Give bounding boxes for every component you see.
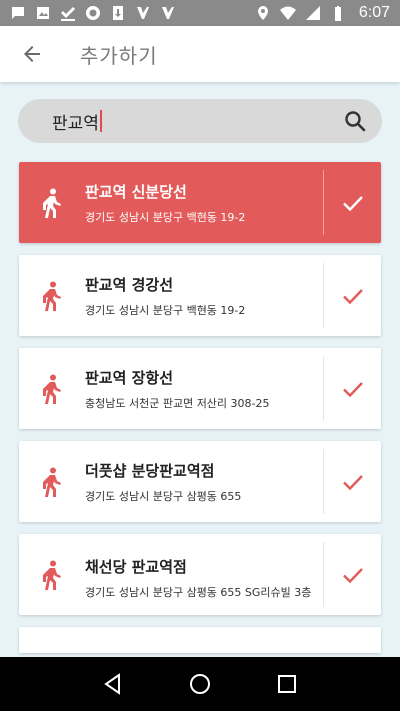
app-bar: 추가하기 — [0, 26, 400, 82]
search-input-value: 판교역 — [52, 113, 99, 134]
select-button[interactable] — [324, 162, 381, 243]
list-item[interactable]: 더풋샵 분당판교역점 경기도 성남시 분당구 삼평동 655 — [19, 441, 381, 522]
status-time: 6:07 — [358, 4, 390, 21]
result-info: 판교역 경강선 경기도 성남시 분당구 백현동 19-2 — [85, 255, 323, 336]
download-icon — [110, 5, 126, 21]
select-button[interactable] — [324, 534, 381, 615]
search-button[interactable] — [342, 108, 368, 134]
list-item[interactable]: 채선당 판교역점 경기도 성남시 분당구 삼평동 655 SG리슈빌 3층 — [19, 534, 381, 615]
search-icon — [345, 111, 366, 132]
result-name: 판교역 신분당선 — [85, 182, 187, 201]
list-item[interactable]: 판교역 경강선 경기도 성남시 분당구 백현동 19-2 — [19, 255, 381, 336]
result-address: 경기도 성남시 분당구 백현동 19-2 — [85, 303, 246, 317]
search-bar: 판교역 — [18, 99, 382, 143]
result-list: 판교역 신분당선 경기도 성남시 분당구 백현동 19-2 판교역 경강선 경기… — [19, 162, 381, 665]
result-address: 경기도 성남시 분당구 삼평동 655 SG리슈빌 3층 — [85, 585, 312, 599]
result-info: 판교역 장항선 충청남도 서천군 판교면 저산리 308-25 — [85, 348, 323, 429]
message-icon — [10, 5, 26, 21]
pedestrian-icon — [19, 348, 85, 429]
search-input[interactable]: 판교역 — [52, 109, 342, 134]
wifi-icon — [279, 5, 296, 21]
result-address: 경기도 성남시 분당구 백현동 19-2 — [85, 210, 246, 224]
nav-back-button[interactable] — [98, 669, 128, 699]
location-icon — [255, 5, 271, 21]
result-info: 채선당 판교역점 경기도 성남시 분당구 삼평동 655 SG리슈빌 3층 — [85, 534, 323, 615]
app-icon — [160, 5, 176, 21]
result-name: 더풋샵 분당판교역점 — [85, 461, 215, 480]
recents-square-icon — [277, 675, 296, 693]
checkmark-icon — [342, 195, 363, 211]
checkmark-icon — [342, 288, 363, 304]
list-item[interactable]: 판교역 신분당선 경기도 성남시 분당구 백현동 19-2 — [19, 162, 381, 243]
home-circle-icon — [189, 674, 210, 694]
pedestrian-icon — [19, 441, 85, 522]
shield-icon — [85, 5, 101, 21]
check-icon — [60, 5, 76, 21]
select-button[interactable] — [324, 255, 381, 336]
result-info: 더풋샵 분당판교역점 경기도 성남시 분당구 삼평동 655 — [85, 441, 323, 522]
checkmark-icon — [342, 474, 363, 490]
image-icon — [35, 5, 51, 21]
nav-recents-button[interactable] — [272, 669, 302, 699]
result-name: 채선당 판교역점 — [85, 557, 187, 576]
checkmark-icon — [342, 567, 363, 583]
back-button[interactable] — [0, 26, 64, 82]
battery-icon — [330, 5, 346, 21]
pedestrian-icon — [19, 534, 85, 615]
select-button[interactable] — [324, 441, 381, 522]
back-triangle-icon — [104, 673, 121, 695]
nav-home-button[interactable] — [185, 669, 215, 699]
result-info: 판교역 신분당선 경기도 성남시 분당구 백현동 19-2 — [85, 162, 323, 243]
text-cursor — [99, 110, 102, 132]
checkmark-icon — [342, 381, 363, 397]
list-item[interactable]: 판교역 장항선 충청남도 서천군 판교면 저산리 308-25 — [19, 348, 381, 429]
signal-icon — [305, 5, 321, 21]
arrow-back-icon — [24, 46, 40, 62]
result-address: 경기도 성남시 분당구 삼평동 655 — [85, 489, 242, 503]
result-address: 충청남도 서천군 판교면 저산리 308-25 — [85, 396, 270, 410]
pedestrian-icon — [19, 255, 85, 336]
status-bar: 6:07 — [0, 0, 400, 26]
navigation-bar — [0, 657, 400, 711]
list-item-partial[interactable] — [19, 627, 381, 653]
app-icon — [135, 5, 151, 21]
result-name: 판교역 경강선 — [85, 275, 174, 294]
result-name: 판교역 장항선 — [85, 368, 174, 387]
select-button[interactable] — [324, 348, 381, 429]
pedestrian-icon — [19, 162, 85, 243]
page-title: 추가하기 — [80, 43, 158, 68]
